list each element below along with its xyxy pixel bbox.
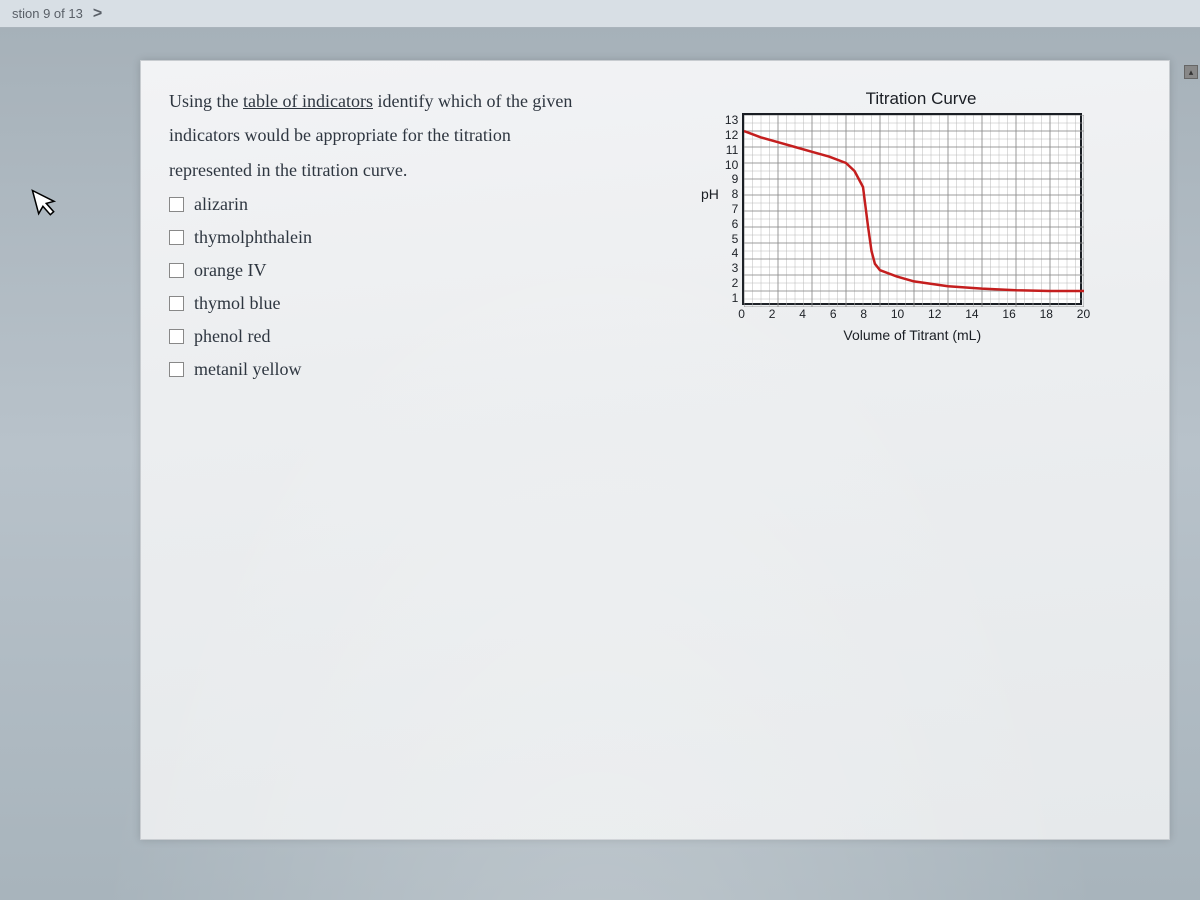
x-tick: 0 [738,307,745,321]
y-axis-label: pH [701,186,719,232]
x-tick: 6 [830,307,837,321]
x-tick: 12 [928,307,941,321]
option-row[interactable]: thymolphthalein [169,221,677,254]
scroll-up-icon[interactable]: ▴ [1184,65,1198,79]
y-axis-ticks: 13121110987654321 [725,113,738,305]
option-checkbox[interactable] [169,296,184,311]
prompt-text: Using the [169,91,243,111]
option-checkbox[interactable] [169,263,184,278]
option-row[interactable]: alizarin [169,188,677,221]
y-tick: 5 [725,231,738,246]
option-label: phenol red [194,326,270,347]
option-row[interactable]: phenol red [169,320,677,353]
option-row[interactable]: thymol blue [169,287,677,320]
x-tick: 18 [1040,307,1053,321]
question-counter: stion 9 of 13 [12,6,83,21]
question-content: Using the table of indicators identify w… [169,85,701,815]
indicator-table-link[interactable]: table of indicators [243,91,373,111]
y-tick: 7 [725,202,738,217]
y-tick: 2 [725,275,738,290]
option-checkbox[interactable] [169,362,184,377]
option-label: thymol blue [194,293,281,314]
chart-column: Titration Curve pH 13121110987654321 024… [701,85,1141,815]
option-row[interactable]: metanil yellow [169,353,677,386]
prompt-text: identify which of the given [373,91,572,111]
x-tick: 16 [1002,307,1015,321]
option-label: alizarin [194,194,248,215]
plot-box: 02468101214161820 Volume of Titrant (mL) [742,113,1082,305]
x-tick: 4 [799,307,806,321]
question-panel: Using the table of indicators identify w… [140,60,1170,840]
option-row[interactable]: orange IV [169,254,677,287]
prompt-line-3: represented in the titration curve. [169,154,677,186]
x-axis-label: Volume of Titrant (mL) [744,327,1080,343]
option-label: thymolphthalein [194,227,312,248]
chart-area: pH 13121110987654321 02468101214161820 V… [701,113,1141,305]
x-axis-ticks: 0 2 4 6 8 10 12 14 16 18 20 [738,307,1090,321]
answer-options: alizarin thymolphthalein orange IV thymo… [169,188,677,386]
option-label: orange IV [194,260,266,281]
next-question-chevron[interactable]: > [93,5,102,23]
y-tick: 8 [725,187,738,202]
y-tick: 13 [725,113,738,128]
y-tick: 11 [725,143,738,158]
top-bar: stion 9 of 13 > [0,0,1200,28]
y-tick: 9 [725,172,738,187]
y-tick: 3 [725,261,738,276]
y-tick: 10 [725,157,738,172]
y-tick: 12 [725,128,738,143]
titration-plot [744,115,1084,307]
option-checkbox[interactable] [169,230,184,245]
x-tick: 10 [891,307,904,321]
x-tick: 14 [965,307,978,321]
chart-title: Titration Curve [701,89,1141,109]
x-tick: 2 [769,307,776,321]
option-label: metanil yellow [194,359,301,380]
prompt-line-2: indicators would be appropriate for the … [169,119,677,151]
option-checkbox[interactable] [169,329,184,344]
y-tick: 1 [725,290,738,305]
option-checkbox[interactable] [169,197,184,212]
y-tick: 4 [725,246,738,261]
x-tick: 20 [1077,307,1090,321]
x-tick: 8 [860,307,867,321]
cursor-icon [30,182,66,229]
y-tick: 6 [725,216,738,231]
prompt-line-1: Using the table of indicators identify w… [169,85,677,117]
